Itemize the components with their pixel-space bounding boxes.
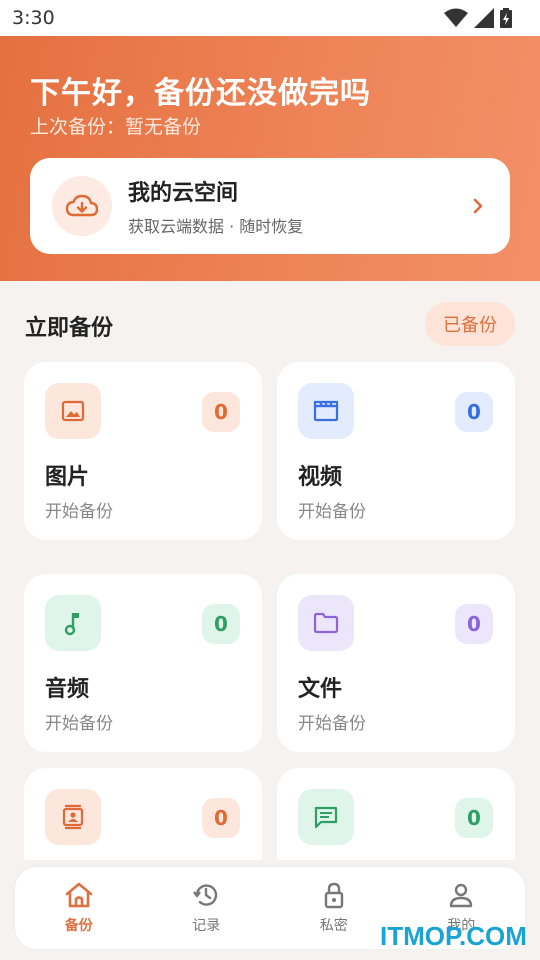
nav-label: 备份	[64, 918, 93, 934]
card-images[interactable]: 0 图片 开始备份	[24, 362, 262, 540]
cloud-download-icon	[66, 194, 98, 217]
battery-icon	[500, 8, 512, 28]
cards-row-clipped: 0 0	[0, 760, 540, 860]
card-title: 视频	[298, 465, 343, 490]
backed-up-button[interactable]: 已备份	[425, 302, 515, 346]
signal-icon	[474, 8, 494, 28]
count-badge: 0	[202, 604, 240, 644]
card-subtitle: 开始备份	[45, 502, 113, 522]
last-backup-text: 上次备份：暂无备份	[30, 116, 202, 138]
watermark: ITMOP.COM	[380, 921, 527, 951]
video-icon	[298, 383, 354, 439]
folder-icon	[298, 595, 354, 651]
nav-records[interactable]: 记录	[156, 881, 256, 935]
nav-private[interactable]: 私密	[284, 881, 384, 935]
section-title: 立即备份	[25, 316, 114, 341]
nav-label: 记录	[192, 918, 221, 934]
count-badge: 0	[455, 392, 493, 432]
chevron-right-icon	[468, 196, 488, 216]
card-files[interactable]: 0 文件 开始备份	[277, 574, 515, 752]
card-messages[interactable]: 0	[277, 768, 515, 860]
nav-label: 私密	[319, 918, 348, 934]
status-time: 3:30	[12, 7, 55, 29]
cloud-subtitle: 获取云端数据 · 随时恢复	[128, 217, 304, 236]
card-subtitle: 开始备份	[298, 502, 366, 522]
person-icon	[450, 883, 473, 908]
wifi-icon	[444, 8, 468, 27]
history-icon	[193, 884, 218, 906]
music-note-icon	[45, 595, 101, 651]
card-audio[interactable]: 0 音频 开始备份	[24, 574, 262, 752]
greeting-title: 下午好，备份还没做完吗	[30, 76, 371, 111]
card-contacts[interactable]: 0	[24, 768, 262, 860]
count-badge: 0	[455, 798, 493, 838]
lock-icon	[324, 882, 343, 909]
image-icon	[45, 383, 101, 439]
cloud-title: 我的云空间	[128, 181, 239, 206]
card-videos[interactable]: 0 视频 开始备份	[277, 362, 515, 540]
status-icons	[444, 8, 512, 28]
cloud-icon-wrap	[52, 176, 112, 236]
card-title: 文件	[298, 677, 343, 702]
message-icon	[298, 789, 354, 845]
count-badge: 0	[202, 392, 240, 432]
nav-backup[interactable]: 备份	[29, 881, 129, 935]
status-bar: 3:30	[0, 0, 540, 36]
card-subtitle: 开始备份	[298, 714, 366, 734]
count-badge: 0	[202, 798, 240, 838]
card-title: 图片	[45, 465, 90, 490]
home-icon	[65, 882, 93, 908]
cloud-texts: 我的云空间 获取云端数据 · 随时恢复	[128, 175, 468, 237]
count-badge: 0	[455, 604, 493, 644]
hero-header: 下午好，备份还没做完吗 上次备份：暂无备份 我的云空间 获取云端数据 · 随时恢…	[0, 36, 540, 281]
card-subtitle: 开始备份	[45, 714, 113, 734]
contacts-icon	[45, 789, 101, 845]
my-cloud-card[interactable]: 我的云空间 获取云端数据 · 随时恢复	[30, 158, 510, 254]
card-title: 音频	[45, 677, 90, 702]
